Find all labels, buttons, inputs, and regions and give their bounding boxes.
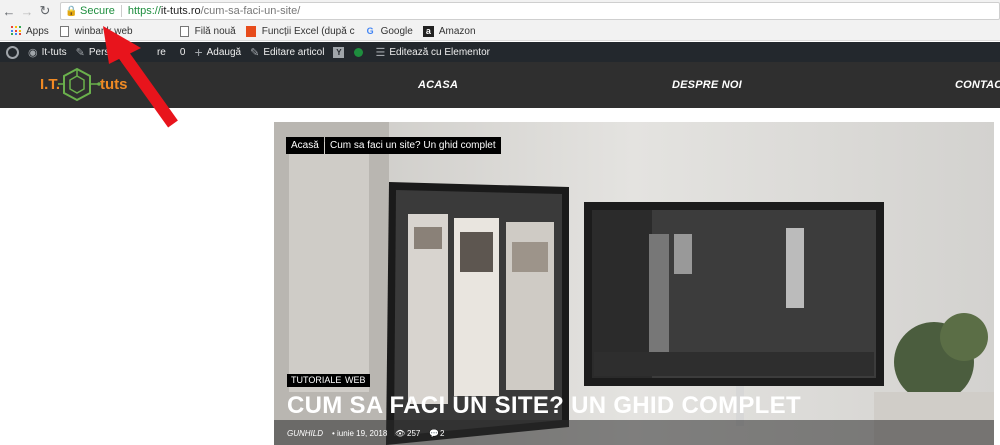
- views-count: 257: [407, 429, 421, 438]
- page-icon: [59, 25, 70, 37]
- bookmark-label: Funcții Excel (după c: [261, 25, 355, 37]
- featured-image[interactable]: Acasă Cum sa faci un site? Un ghid compl…: [274, 122, 994, 445]
- seo-status-icon[interactable]: [354, 47, 364, 57]
- office-icon: [246, 25, 257, 37]
- yoast-icon[interactable]: Y: [333, 46, 345, 58]
- elementor-icon: ☰: [375, 46, 386, 59]
- breadcrumb-home[interactable]: Acasă: [286, 137, 324, 154]
- forward-icon[interactable]: →: [18, 0, 36, 22]
- red-arrow-annotation: [103, 26, 178, 128]
- views-icon: 👁: [395, 429, 406, 438]
- plus-icon: +: [194, 44, 203, 60]
- menu-item-contact[interactable]: CONTAC: [955, 79, 1000, 91]
- wordpress-logo-icon[interactable]: [6, 45, 19, 59]
- address-bar[interactable]: 🔒 Secure https://it-tuts.ro/cum-sa-faci-…: [60, 2, 1000, 20]
- post-title[interactable]: CUM SA FACI UN SITE? UN GHID COMPLET: [287, 392, 801, 420]
- amazon-icon: a: [422, 25, 434, 37]
- secure-label: Secure: [80, 5, 115, 17]
- post-author[interactable]: GUNHILD: [287, 429, 323, 438]
- dashboard-icon: ◉: [28, 46, 38, 59]
- apps-icon: [10, 26, 21, 37]
- wp-edit-label: Editare articol: [263, 46, 325, 58]
- bookmark-amazon[interactable]: a Amazon: [422, 25, 476, 37]
- wp-site-name: It-tuts: [41, 46, 67, 58]
- brush-icon: ✎: [75, 46, 85, 59]
- url-path: /cum-sa-faci-un-site/: [200, 5, 301, 17]
- url-scheme: https://: [127, 5, 161, 17]
- lock-icon: 🔒: [65, 5, 78, 17]
- pencil-icon: ✎: [250, 46, 260, 59]
- post-date: • iunie 19, 2018: [332, 429, 388, 438]
- bookmark-label: Amazon: [438, 25, 476, 37]
- menu-item-about[interactable]: DESPRE NOI: [672, 79, 742, 91]
- bookmark-label: Google: [380, 25, 413, 37]
- url-host: it-tuts.ro: [160, 5, 201, 17]
- breadcrumb-current: Cum sa faci un site? Un ghid complet: [325, 137, 501, 154]
- wp-add-label: Adaugă: [206, 46, 242, 58]
- wp-elementor-label: Editează cu Elementor: [389, 46, 490, 58]
- wp-elementor-link[interactable]: ☰ Editează cu Elementor: [375, 46, 490, 59]
- bookmark-label: Apps: [26, 25, 49, 37]
- comments-count: 2: [440, 429, 445, 438]
- category-badge[interactable]: WEB: [341, 374, 370, 387]
- divider: [120, 5, 122, 17]
- category-badge[interactable]: TUTORIALE: [287, 374, 346, 387]
- back-icon[interactable]: ←: [0, 0, 18, 22]
- wp-site-link[interactable]: ◉ It-tuts: [28, 46, 67, 59]
- reload-icon[interactable]: ↻: [36, 0, 54, 22]
- bookmark-label: Filă nouă: [194, 25, 236, 37]
- google-icon: G: [366, 26, 374, 36]
- menu-item-home[interactable]: ACASA: [418, 79, 458, 91]
- wp-edit-post-link[interactable]: ✎ Editare articol: [250, 46, 324, 59]
- wp-add-new-link[interactable]: + Adaugă: [194, 44, 241, 60]
- bookmark-excel[interactable]: Funcții Excel (după c: [246, 25, 355, 37]
- browser-toolbar: ← → ↻ 🔒 Secure https://it-tuts.ro/cum-sa…: [0, 0, 1000, 22]
- bookmark-apps[interactable]: Apps: [10, 26, 49, 37]
- comments-icon: 💬: [429, 429, 439, 438]
- logo-text-left: I.T.: [40, 76, 61, 93]
- bookmark-google[interactable]: G Google: [365, 26, 413, 37]
